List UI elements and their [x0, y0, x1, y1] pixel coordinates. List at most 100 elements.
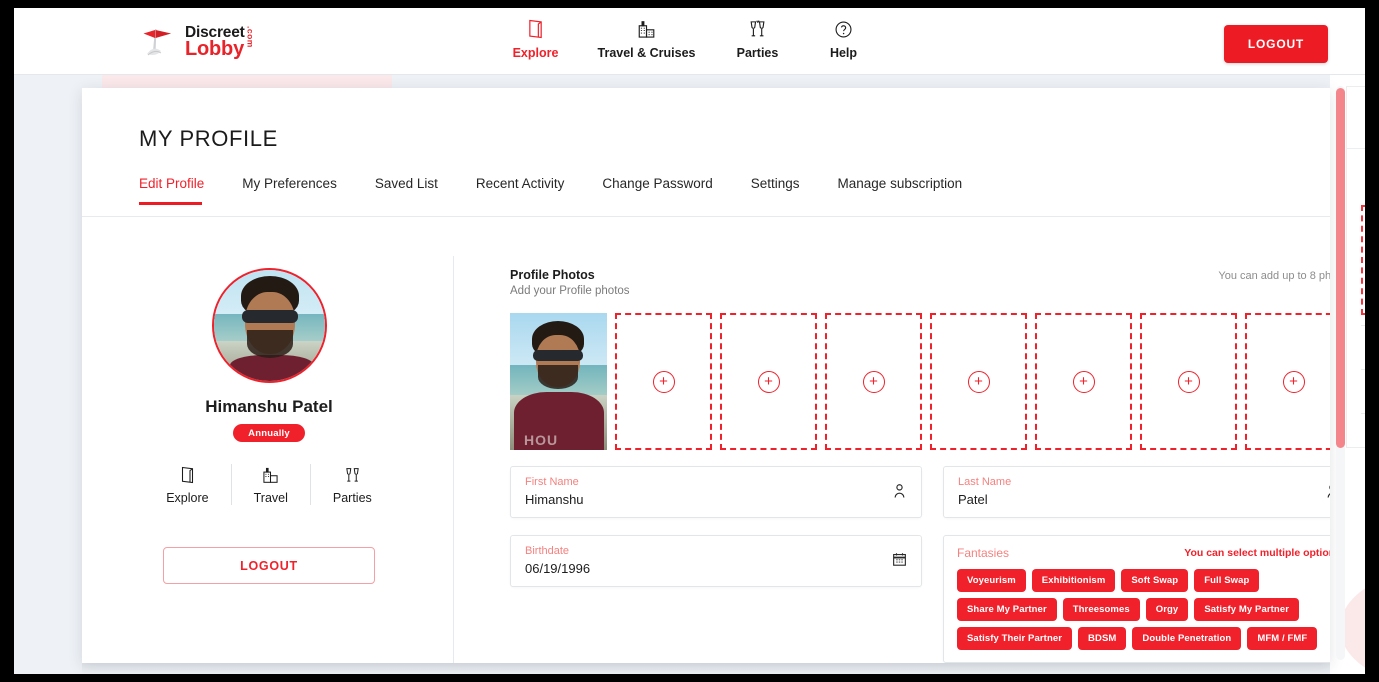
- photo-slot-empty[interactable]: +: [1245, 313, 1330, 450]
- fantasy-tag[interactable]: Exhibitionism: [1031, 569, 1116, 592]
- photo-slot-empty[interactable]: +: [615, 313, 712, 450]
- photo-slot-empty[interactable]: +: [825, 313, 922, 450]
- photo-slot-empty[interactable]: +: [1140, 313, 1237, 450]
- edit-profile-form: Profile Photos Add your Profile photos Y…: [510, 268, 1330, 663]
- person-icon: [892, 483, 907, 504]
- background-tabrow: S: [1347, 87, 1365, 149]
- profile-card: MY PROFILE Edit Profile My Preferences S…: [82, 88, 1330, 663]
- quick-links: Explore Travel Parties: [144, 464, 394, 505]
- plus-icon: +: [967, 370, 990, 393]
- birthdate-value[interactable]: 06/19/1996: [525, 561, 907, 576]
- fantasies-section: Fantasies You can select multiple option…: [943, 535, 1330, 663]
- cruise-ship-icon: [636, 17, 657, 41]
- fantasies-header: Fantasies You can select multiple option…: [957, 546, 1330, 560]
- profile-photos-title: Profile Photos: [510, 268, 595, 282]
- background-photos-head: [1347, 149, 1365, 199]
- tab-saved-list[interactable]: Saved List: [359, 176, 460, 205]
- cheers-glasses-icon: [748, 17, 767, 41]
- fantasy-tag[interactable]: BDSM: [1078, 627, 1127, 650]
- photo-slot-empty[interactable]: +: [1035, 313, 1132, 450]
- fantasy-tag[interactable]: Full Swap: [1194, 569, 1260, 592]
- header-logout-button[interactable]: LOGOUT: [1224, 25, 1328, 63]
- quick-link-travel[interactable]: Travel: [230, 464, 310, 505]
- fantasy-tag[interactable]: MFM / FMF: [1247, 627, 1318, 650]
- cruise-ship-icon: [261, 464, 280, 486]
- logo-mark-icon: [141, 21, 183, 63]
- cheers-glasses-icon: [344, 464, 361, 486]
- top-header: Discreet Lobby .com Explore Travel & Cru…: [14, 8, 1365, 75]
- last-name-label: Last Name: [958, 476, 1012, 488]
- quick-link-explore[interactable]: Explore: [144, 464, 230, 505]
- nav-item-travel-cruises[interactable]: Travel & Cruises: [597, 17, 696, 60]
- nav-label-parties: Parties: [736, 46, 779, 60]
- page-title: MY PROFILE: [139, 126, 278, 151]
- nav-item-explore[interactable]: Explore: [512, 17, 560, 60]
- fantasies-label: Fantasies: [957, 546, 1010, 560]
- quick-link-parties[interactable]: Parties: [309, 464, 394, 505]
- fantasy-tag[interactable]: Satisfy Their Partner: [957, 627, 1073, 650]
- photo-shirt-text: HOU: [524, 432, 559, 448]
- tab-edit-profile[interactable]: Edit Profile: [139, 176, 226, 205]
- page-scrollbar[interactable]: [1336, 86, 1345, 660]
- explore-icon: [527, 17, 544, 41]
- fantasy-tag[interactable]: Soft Swap: [1121, 569, 1189, 592]
- vertical-divider: [453, 256, 454, 663]
- fantasies-tag-list: Voyeurism Exhibitionism Soft Swap Full S…: [957, 569, 1330, 650]
- background-card: S +: [1346, 86, 1365, 448]
- plus-icon: +: [862, 370, 885, 393]
- avatar: [211, 268, 327, 383]
- nav-label-travel-cruises: Travel & Cruises: [597, 46, 696, 60]
- plan-badge: Annually: [233, 424, 305, 442]
- scrollbar-thumb[interactable]: [1336, 88, 1345, 448]
- first-name-value[interactable]: Himanshu: [525, 492, 907, 507]
- person-icon: [1325, 483, 1330, 504]
- tab-settings[interactable]: Settings: [735, 176, 822, 205]
- form-fields: First Name Himanshu Last Name Patel Birt…: [510, 466, 1330, 663]
- tab-my-preferences[interactable]: My Preferences: [226, 176, 359, 205]
- explore-icon: [180, 464, 195, 486]
- birthdate-field[interactable]: Birthdate 06/19/1996: [510, 535, 922, 587]
- photo-slot-filled[interactable]: HOU: [510, 313, 607, 450]
- photo-slot-empty[interactable]: +: [720, 313, 817, 450]
- fantasies-note: You can select multiple options: [1184, 547, 1330, 559]
- birthdate-label: Birthdate: [525, 545, 570, 557]
- background-field: [1361, 413, 1365, 447]
- brand-logo[interactable]: Discreet Lobby .com: [141, 21, 256, 63]
- plus-icon: +: [1072, 370, 1095, 393]
- question-circle-icon: [834, 17, 853, 41]
- tab-recent-activity[interactable]: Recent Activity: [460, 176, 587, 205]
- profile-photo-slots: HOU + + + + + + +: [510, 313, 1330, 450]
- fantasy-tag[interactable]: Orgy: [1145, 598, 1189, 621]
- profile-photos-limit-note: You can add up to 8 photos.: [1218, 270, 1330, 282]
- plus-icon: +: [1177, 370, 1200, 393]
- profile-photos-header: Profile Photos Add your Profile photos Y…: [510, 268, 1330, 297]
- background-field: [1361, 369, 1365, 403]
- profile-photos-subtitle: Add your Profile photos: [510, 285, 630, 297]
- nav-item-parties[interactable]: Parties: [733, 17, 781, 60]
- fantasy-tag[interactable]: Share My Partner: [957, 598, 1057, 621]
- fantasy-tag[interactable]: Threesomes: [1062, 598, 1140, 621]
- fantasy-tag[interactable]: Voyeurism: [957, 569, 1026, 592]
- last-name-value[interactable]: Patel: [958, 492, 1330, 507]
- tab-change-password[interactable]: Change Password: [586, 176, 734, 205]
- fantasy-tag[interactable]: Double Penetration: [1132, 627, 1242, 650]
- logo-tld: .com: [245, 25, 256, 48]
- card-bottom-shade: [82, 662, 1330, 674]
- first-name-label: First Name: [525, 476, 579, 488]
- quick-link-label-parties: Parties: [332, 491, 372, 505]
- profile-sidebar: Himanshu Patel Annually Explore Travel P…: [139, 268, 399, 584]
- fantasy-tag[interactable]: Satisfy My Partner: [1194, 598, 1300, 621]
- calendar-icon[interactable]: [892, 552, 907, 572]
- sidebar-logout-button[interactable]: LOGOUT: [163, 547, 375, 584]
- plus-icon: +: [1282, 370, 1305, 393]
- tabs-divider: [82, 216, 1330, 217]
- photo-slot-empty[interactable]: +: [930, 313, 1027, 450]
- last-name-field[interactable]: Last Name Patel: [943, 466, 1330, 518]
- quick-link-label-travel: Travel: [253, 491, 288, 505]
- logo-text-line2: Lobby: [185, 37, 244, 60]
- first-name-field[interactable]: First Name Himanshu: [510, 466, 922, 518]
- plus-icon: +: [652, 370, 675, 393]
- nav-item-help[interactable]: Help: [819, 17, 867, 60]
- tab-manage-subscription[interactable]: Manage subscription: [822, 176, 985, 205]
- background-field: [1361, 325, 1365, 359]
